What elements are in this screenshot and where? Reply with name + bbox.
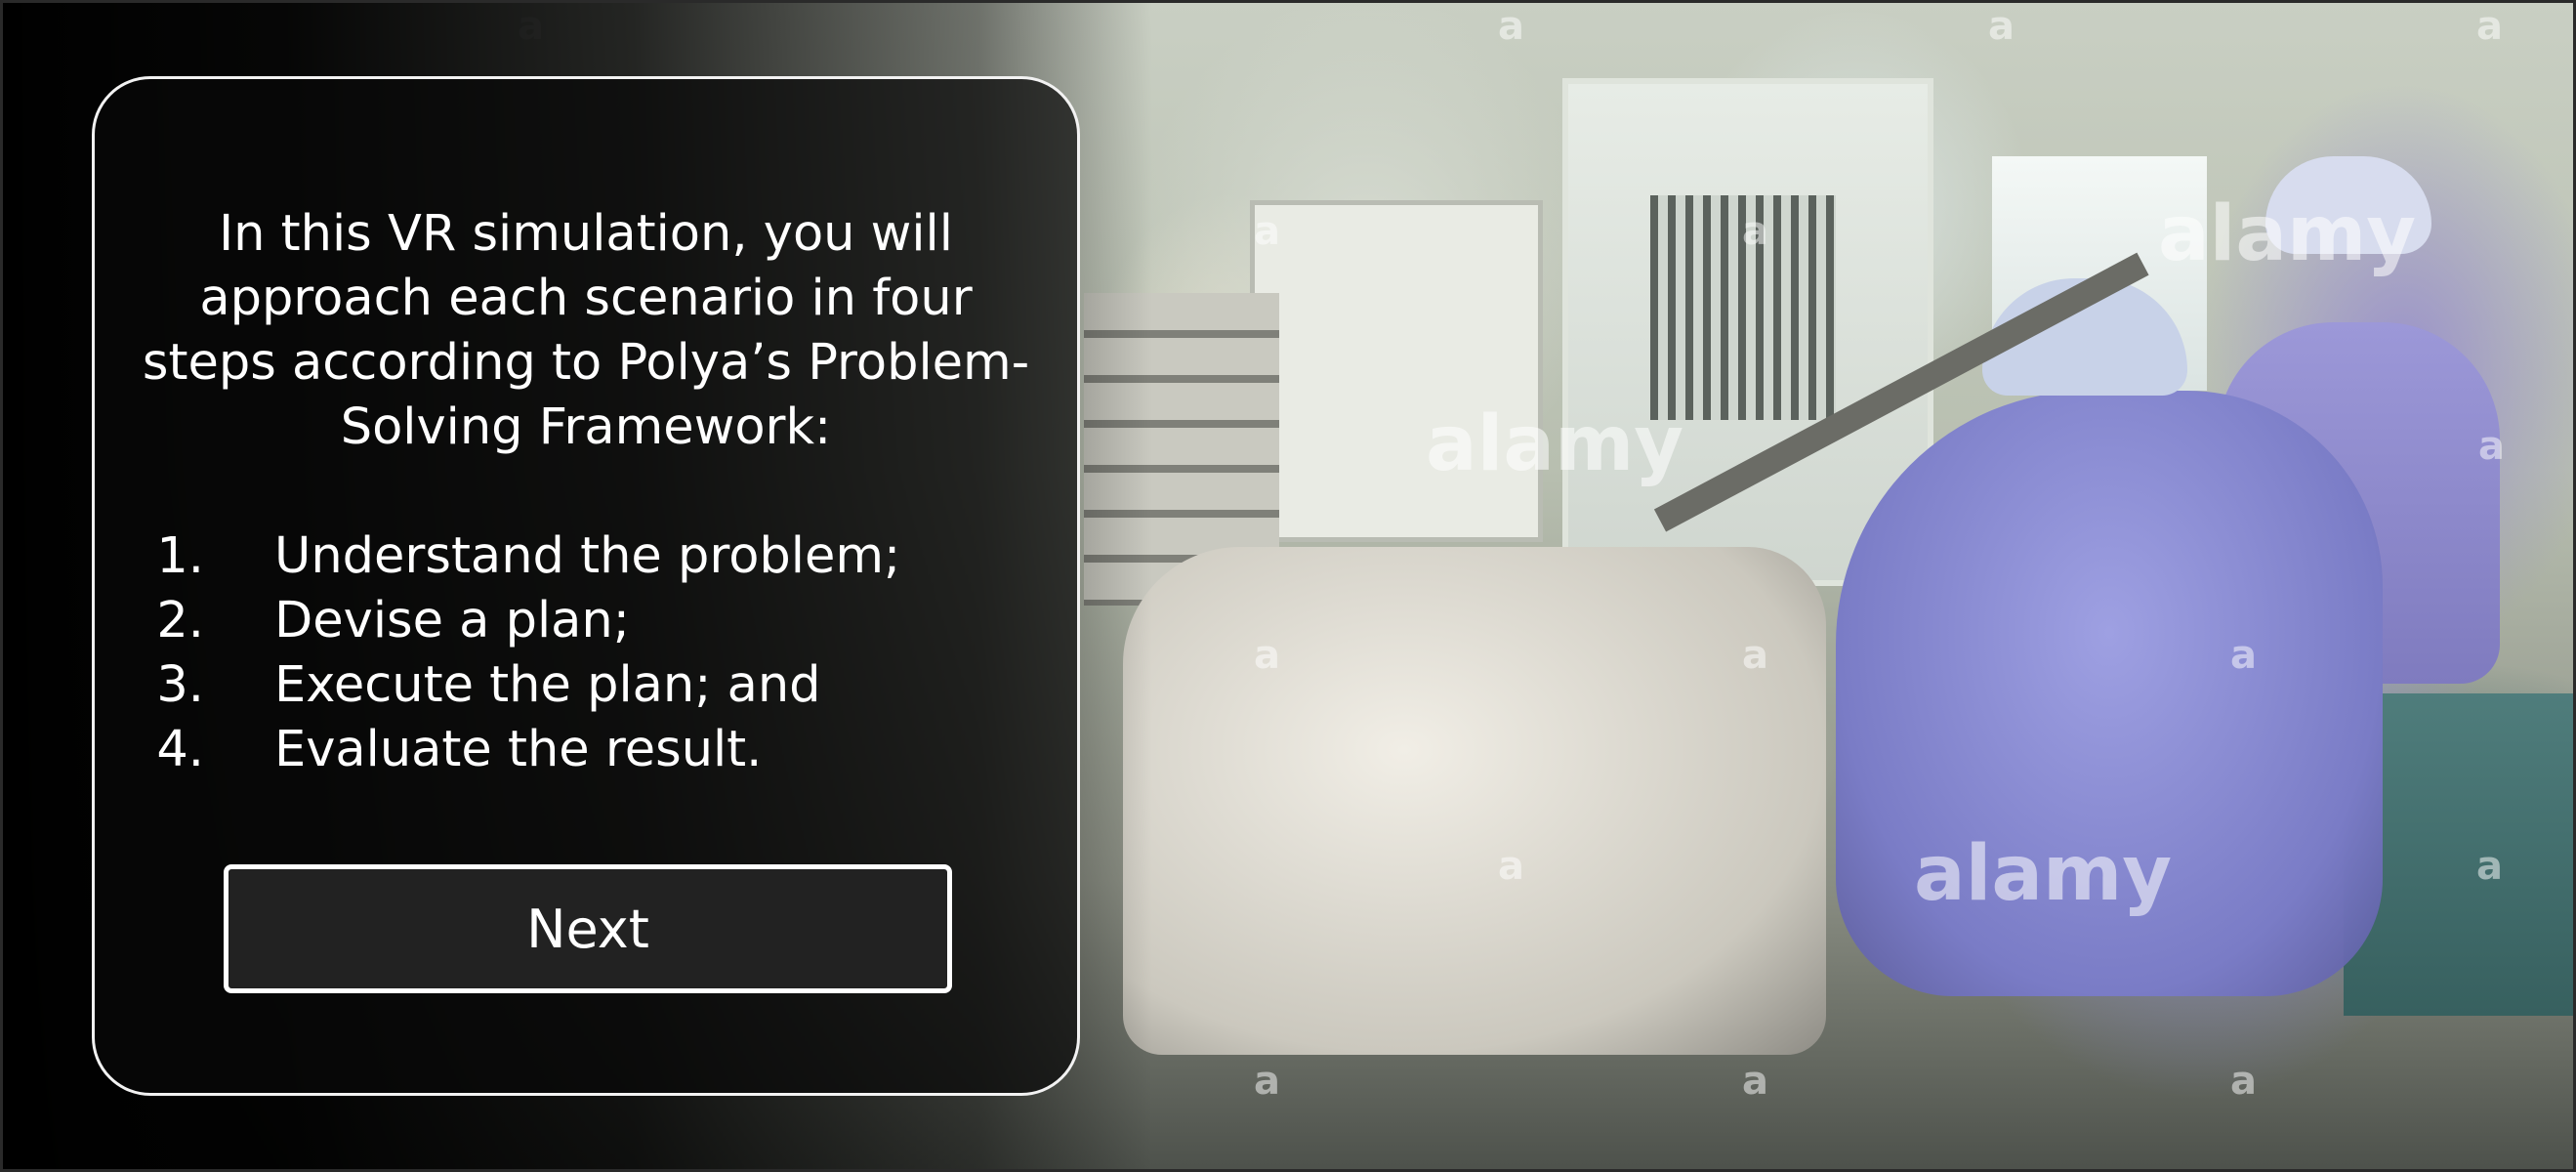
watermark: alamy	[1426, 400, 1684, 488]
step-number: 1.	[156, 527, 204, 585]
step-text: Devise a plan;	[274, 592, 630, 649]
steps-list: 1. Understand the problem; 2. Devise a p…	[134, 524, 1052, 782]
intro-text: In this VR simulation, you will approach…	[142, 205, 1030, 456]
watermark-letter: a	[2230, 633, 2257, 678]
watermark-letter: a	[1988, 4, 2015, 49]
next-button[interactable]: Next	[224, 864, 952, 993]
step-text: Understand the problem;	[274, 527, 901, 585]
watermark-letter: a	[1254, 633, 1280, 678]
watermark: alamy	[2158, 190, 2417, 278]
list-item: 1. Understand the problem;	[134, 524, 1052, 589]
list-item: 4. Evaluate the result.	[134, 718, 1052, 782]
step-text: Evaluate the result.	[274, 721, 763, 778]
step-number: 4.	[156, 721, 204, 778]
watermark-letter: a	[1742, 209, 1768, 254]
patient-bed	[1123, 547, 1826, 1055]
watermark-letter: a	[2478, 424, 2505, 469]
step-number: 2.	[156, 592, 204, 649]
list-item: 3. Execute the plan; and	[134, 653, 1052, 718]
watermark-letter: a	[1254, 1059, 1280, 1104]
vr-simulation-screen: alamy alamy alamy a a a a a a a a a a a …	[0, 0, 2576, 1172]
watermark-letter: a	[2230, 1059, 2257, 1104]
watermark-letter: a	[1498, 4, 1524, 49]
watermark: alamy	[1914, 830, 2173, 918]
whiteboard	[1250, 200, 1543, 542]
step-number: 3.	[156, 656, 204, 714]
instruction-dialog: In this VR simulation, you will approach…	[92, 76, 1080, 1096]
watermark-letter: a	[2476, 4, 2503, 49]
list-item: 2. Devise a plan;	[134, 589, 1052, 653]
watermark-letter: a	[1254, 209, 1280, 254]
watermark-letter: a	[2476, 844, 2503, 889]
watermark-letter: a	[1498, 844, 1524, 889]
watermark-letter: a	[1742, 1059, 1768, 1104]
watermark-letter: a	[1742, 633, 1768, 678]
step-text: Execute the plan; and	[274, 656, 821, 714]
